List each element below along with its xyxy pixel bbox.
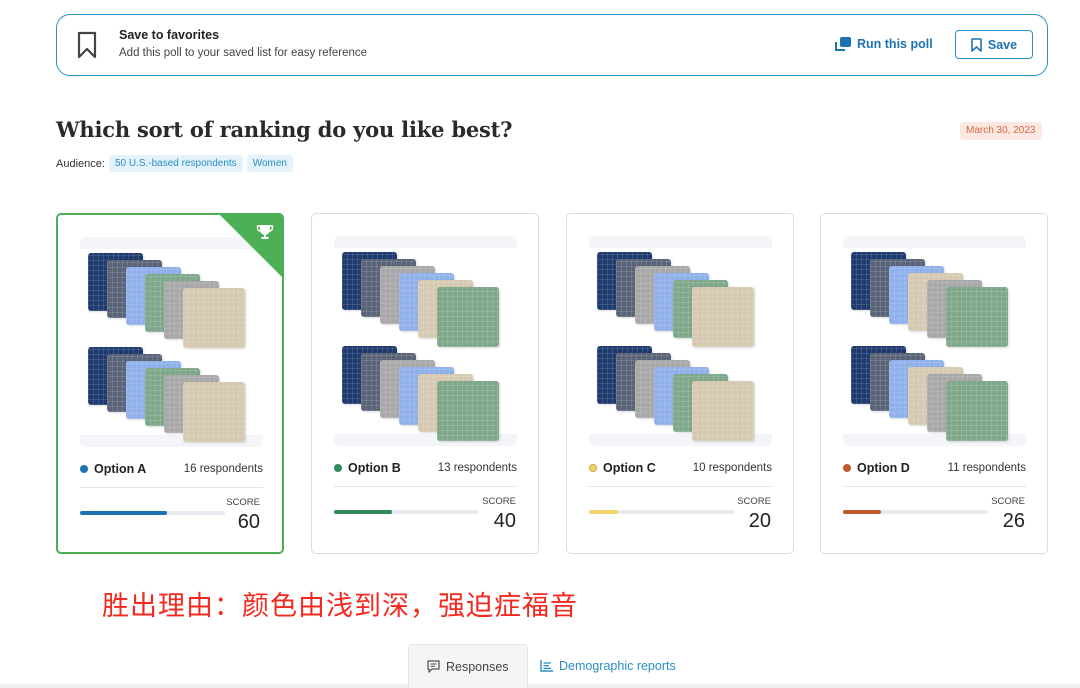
bookmark-icon	[77, 31, 97, 59]
option-header: Option B 13 respondents	[334, 461, 517, 475]
save-button[interactable]: Save	[955, 30, 1033, 59]
towel-swatch	[437, 381, 499, 441]
score-bar-fill	[589, 510, 618, 514]
audience-tag-gender: Women	[246, 155, 293, 172]
option-image	[589, 236, 772, 446]
score-label: SCORE	[226, 497, 260, 508]
save-label: Save	[987, 37, 1018, 52]
run-this-poll-button[interactable]: Run this poll	[835, 37, 933, 51]
winning-reason-annotation: 胜出理由：颜色由浅到深，强迫症福音	[102, 591, 578, 622]
save-to-favorites-banner: Save to favorites Add this poll to your …	[56, 14, 1048, 76]
tab-responses[interactable]: Responses	[408, 644, 528, 688]
bookmark-icon	[971, 37, 982, 52]
score-value: 40	[493, 510, 516, 532]
option-color-dot	[843, 464, 851, 472]
score-bar-fill	[843, 510, 881, 514]
option-image	[843, 236, 1026, 446]
towel-swatch	[183, 288, 245, 348]
towel-swatch	[946, 381, 1008, 441]
option-header: Option D 11 respondents	[843, 461, 1026, 475]
towel-swatch	[437, 287, 499, 347]
towel-swatch	[692, 287, 754, 347]
option-card[interactable]: Option B 13 respondents SCORE 40	[311, 213, 539, 554]
favorites-subtitle: Add this poll to your saved list for eas…	[119, 47, 368, 59]
respondent-count: 13 respondents	[437, 462, 517, 474]
audience-label: Audience:	[56, 157, 105, 170]
option-label: Option D	[857, 461, 910, 475]
score-bar	[589, 510, 734, 514]
audience-tag-respondents: 50 U.S.-based respondents	[108, 155, 243, 172]
option-color-dot	[589, 464, 597, 472]
score-label: SCORE	[991, 496, 1025, 507]
option-header: Option C 10 respondents	[589, 461, 772, 475]
audience-row: Audience: 50 U.S.-based respondents Wome…	[56, 155, 293, 172]
poll-title: Which sort of ranking do you like best?	[56, 117, 513, 142]
option-card[interactable]: Option A 16 respondents SCORE 60	[56, 213, 284, 554]
option-image	[334, 236, 517, 446]
copy-icon	[835, 37, 851, 51]
score-label: SCORE	[482, 496, 516, 507]
option-divider	[334, 486, 517, 487]
favorites-title: Save to favorites	[119, 28, 220, 42]
option-divider	[843, 486, 1026, 487]
option-card[interactable]: Option C 10 respondents SCORE 20	[566, 213, 794, 554]
score-bar-fill	[80, 511, 167, 515]
chart-icon	[540, 660, 553, 672]
towel-swatch	[692, 381, 754, 441]
score-value: 20	[748, 510, 771, 532]
tab-responses-label: Responses	[446, 659, 509, 674]
option-color-dot	[334, 464, 342, 472]
score-bar	[334, 510, 479, 514]
respondent-count: 11 respondents	[947, 462, 1026, 474]
towel-swatch	[946, 287, 1008, 347]
respondent-count: 16 respondents	[183, 463, 263, 475]
score-value: 26	[1002, 510, 1025, 532]
tab-demographic-reports-label: Demographic reports	[559, 659, 676, 673]
poll-date-badge: March 30, 2023	[960, 122, 1042, 140]
score-label: SCORE	[737, 496, 771, 507]
option-card[interactable]: Option D 11 respondents SCORE 26	[820, 213, 1048, 554]
message-icon	[427, 660, 440, 673]
option-color-dot	[80, 465, 88, 473]
tab-demographic-reports[interactable]: Demographic reports	[522, 644, 694, 688]
option-divider	[589, 486, 772, 487]
score-bar	[80, 511, 225, 515]
option-divider	[80, 487, 263, 488]
option-label: Option A	[94, 462, 147, 476]
score-value: 60	[237, 511, 260, 533]
towel-swatch	[183, 382, 245, 442]
trophy-icon	[256, 225, 274, 239]
option-label: Option C	[603, 461, 656, 475]
score-bar-fill	[334, 510, 392, 514]
option-header: Option A 16 respondents	[80, 462, 263, 476]
score-bar	[843, 510, 988, 514]
option-label: Option B	[348, 461, 401, 475]
respondent-count: 10 respondents	[692, 462, 772, 474]
run-this-poll-label: Run this poll	[857, 37, 933, 51]
